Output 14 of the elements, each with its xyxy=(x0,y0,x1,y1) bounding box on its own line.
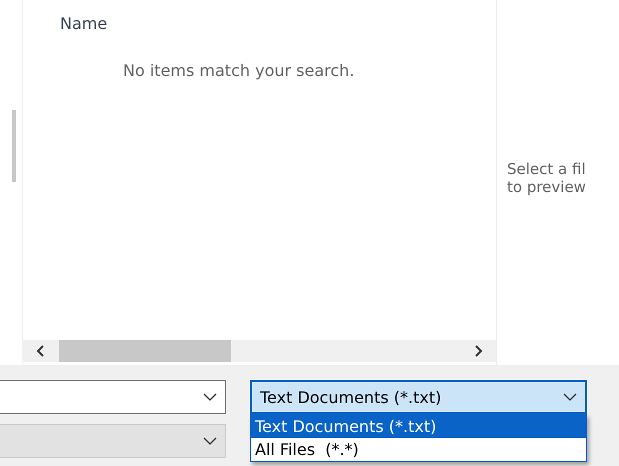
preview-hint: to preview xyxy=(507,178,587,196)
dropdown-option[interactable]: Text Documents (*.txt) xyxy=(251,415,586,438)
chevron-down-icon xyxy=(203,393,217,401)
dropdown-option[interactable]: All Files (*.*) xyxy=(251,438,586,461)
empty-message: No items match your search. xyxy=(123,61,356,80)
horizontal-scrollbar[interactable] xyxy=(23,340,496,362)
chevron-down-icon xyxy=(563,393,577,401)
scrollbar-thumb[interactable] xyxy=(59,340,231,362)
chevron-down-icon xyxy=(203,437,217,445)
vertical-scrollbar-thumb[interactable] xyxy=(12,110,16,182)
file-type-combo[interactable]: Text Documents (*.txt) xyxy=(250,380,587,414)
preview-hint: Select a fil xyxy=(507,160,587,178)
column-header[interactable]: Name xyxy=(60,14,108,33)
combo-box[interactable] xyxy=(0,380,226,414)
